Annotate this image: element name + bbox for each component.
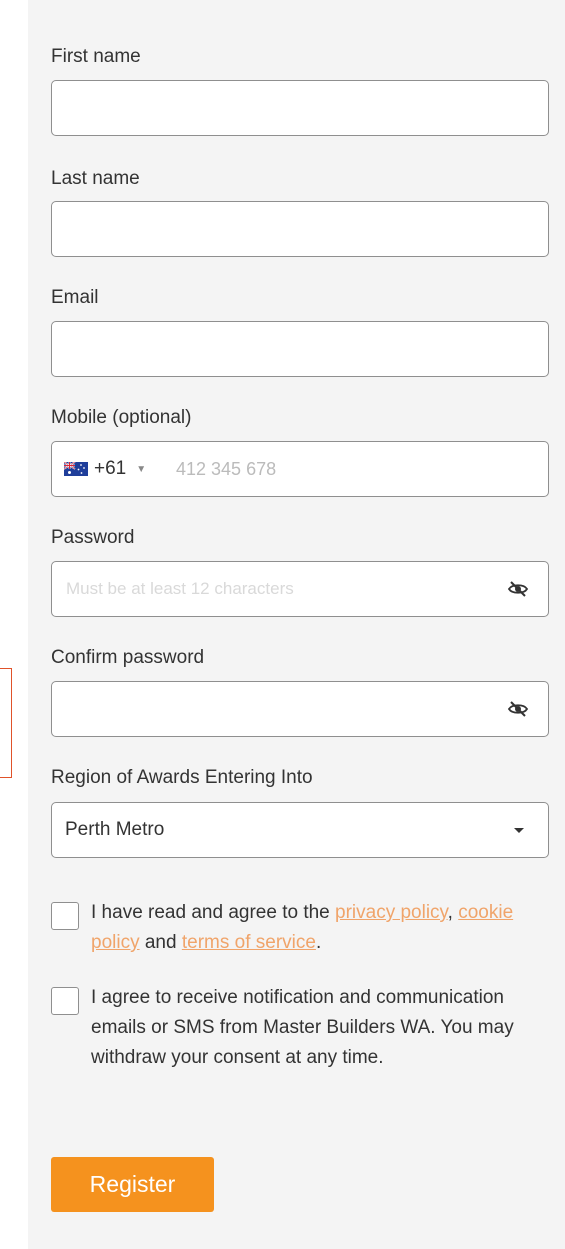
- caret-down-icon: [514, 828, 524, 833]
- agree-terms-sep2: and: [139, 932, 182, 953]
- eye-slash-icon[interactable]: [506, 577, 530, 601]
- last-name-input[interactable]: [51, 201, 549, 257]
- agree-comms-text: I agree to receive notification and comm…: [91, 987, 514, 1068]
- region-selected-value: Perth Metro: [65, 819, 165, 840]
- password-input[interactable]: [52, 562, 500, 616]
- dial-code: +61: [94, 458, 127, 479]
- mobile-label: Mobile (optional): [51, 407, 192, 428]
- confirm-password-input[interactable]: [52, 682, 500, 736]
- register-button[interactable]: Register: [51, 1157, 214, 1212]
- first-name-input[interactable]: [51, 80, 549, 136]
- agree-terms-prefix: I have read and agree to the: [91, 902, 336, 923]
- email-input[interactable]: [51, 321, 549, 377]
- country-code-select[interactable]: +61 ▼: [64, 442, 146, 496]
- agree-comms-checkbox[interactable]: [51, 987, 79, 1015]
- terms-of-service-link[interactable]: terms of service: [182, 932, 316, 953]
- eye-slash-icon[interactable]: [506, 697, 530, 721]
- region-label: Region of Awards Entering Into: [51, 767, 313, 788]
- chevron-down-icon: ▼: [136, 463, 147, 475]
- password-field: [51, 561, 549, 617]
- agree-terms-suffix: .: [315, 932, 322, 953]
- email-label: Email: [51, 287, 99, 308]
- password-label: Password: [51, 527, 135, 548]
- mobile-field: +61 ▼: [51, 441, 549, 497]
- privacy-policy-link[interactable]: privacy policy: [335, 902, 448, 923]
- agree-terms-sep1: ,: [447, 902, 459, 923]
- last-name-label: Last name: [51, 168, 140, 189]
- australia-flag-icon: [64, 462, 88, 476]
- region-select[interactable]: Perth Metro: [51, 802, 549, 858]
- first-name-label: First name: [51, 46, 141, 67]
- highlight-bracket: [0, 668, 12, 778]
- confirm-password-field: [51, 681, 549, 737]
- agree-terms-checkbox[interactable]: [51, 902, 79, 930]
- mobile-input[interactable]: [172, 442, 540, 496]
- agree-terms-text: I have read and agree to the privacy pol…: [91, 898, 541, 958]
- confirm-password-label: Confirm password: [51, 647, 205, 668]
